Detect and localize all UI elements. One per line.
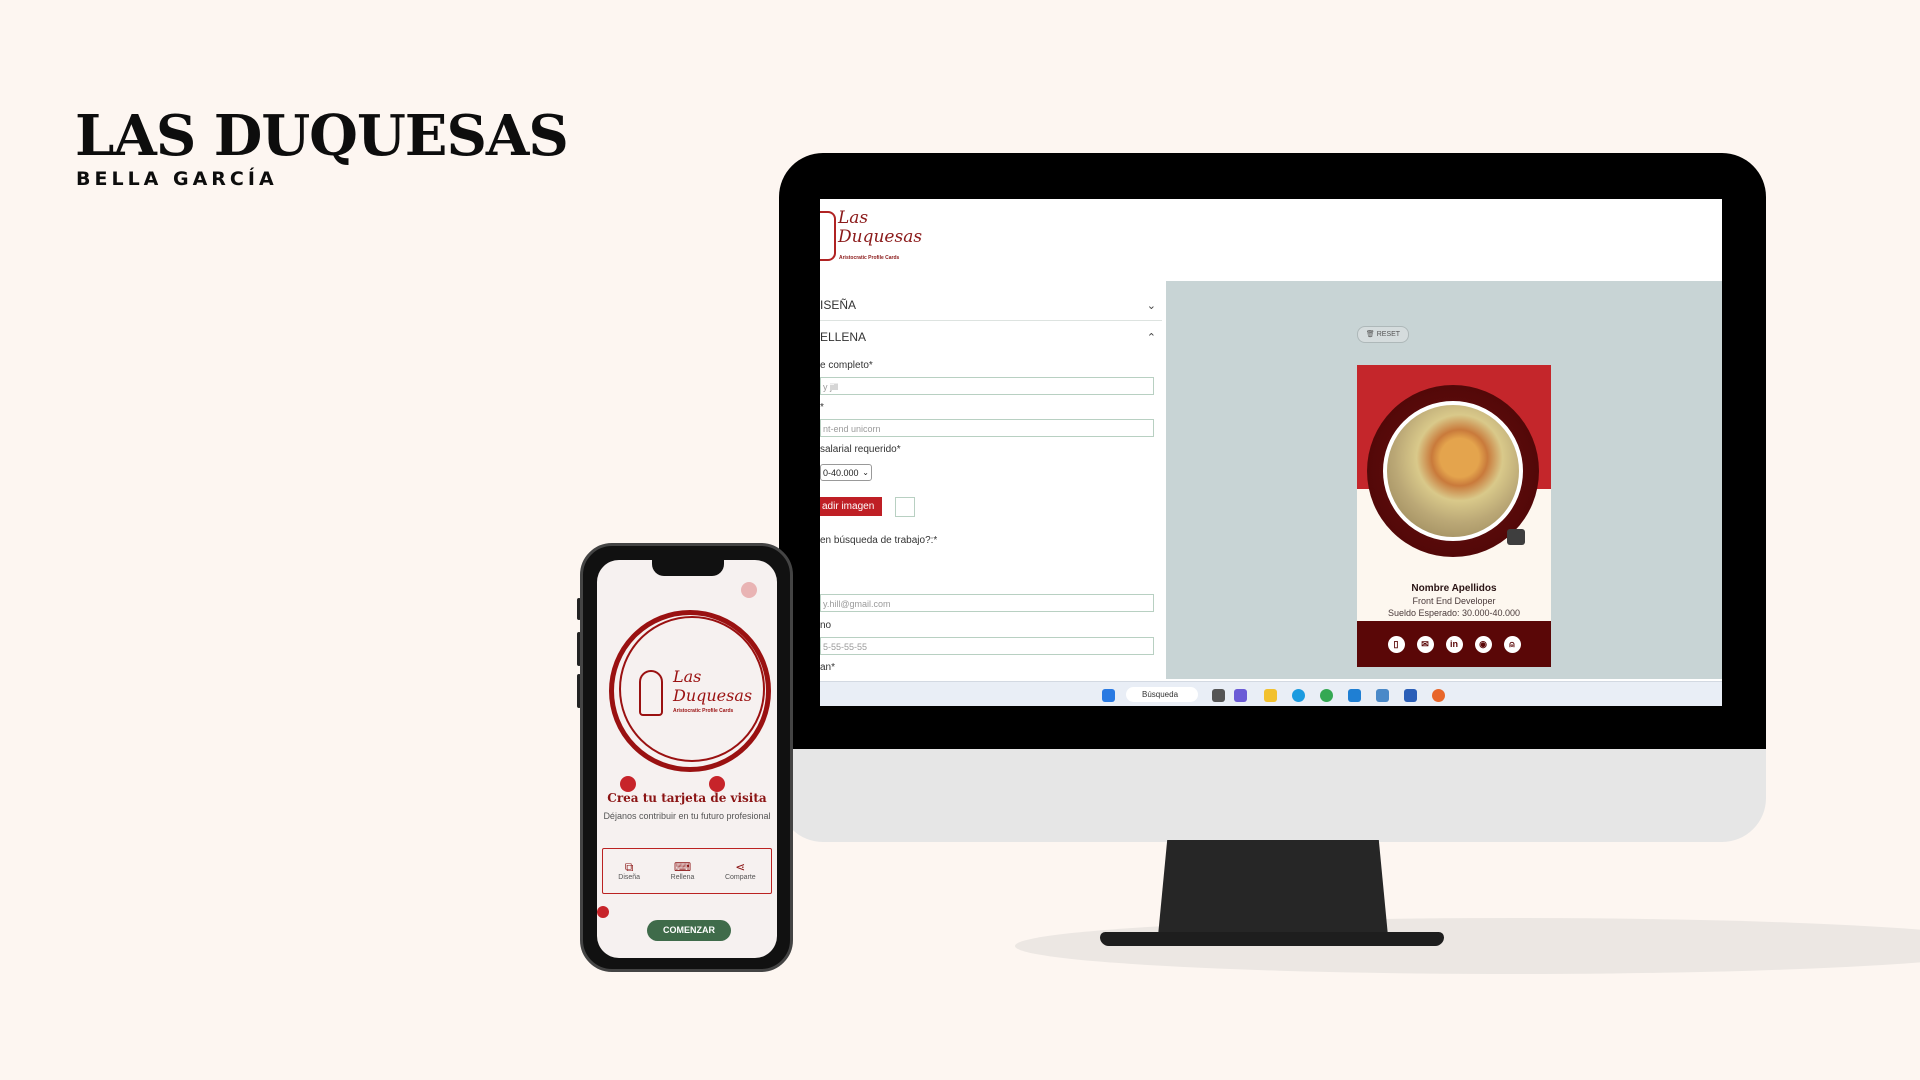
card-name: Nombre Apellidos xyxy=(1411,583,1497,594)
linkedin-label: an* xyxy=(820,662,836,673)
phone-label: no xyxy=(820,620,832,631)
mobile-logo: Las Duquesas xyxy=(673,667,753,705)
lock-icon xyxy=(1507,529,1525,545)
logo-tagline: Aristocratic Profile Cards xyxy=(839,255,900,261)
profile-card: Nombre Apellidos Front End Developer Sue… xyxy=(1357,365,1551,667)
logo-figure-icon xyxy=(820,211,836,261)
chrome-icon[interactable] xyxy=(1320,689,1333,702)
card-social-bar: ▯ ✉ in ◉ ⍝ xyxy=(1357,621,1551,667)
steps-panel: ⧉ Diseña ⌨ Rellena ⋖ Comparte xyxy=(602,848,772,894)
carnation-icon xyxy=(620,776,636,792)
taskbar-search[interactable]: Búsqueda xyxy=(1126,687,1198,702)
carnation-icon xyxy=(709,776,725,792)
design-icon: ⧉ xyxy=(624,860,634,874)
vscode-icon[interactable] xyxy=(1348,689,1361,702)
role-label: * xyxy=(820,402,824,413)
mobile-headline: Crea tu tarjeta de visita xyxy=(607,791,767,805)
chevron-down-icon: ⌄ xyxy=(862,468,869,477)
image-preview-box xyxy=(895,497,915,517)
brand-title: LAS DUQUESAS xyxy=(75,103,569,169)
carnation-icon xyxy=(597,906,609,918)
carnation-icon xyxy=(741,582,757,598)
role-input[interactable]: nt-end unicorn xyxy=(820,419,1154,437)
monitor-base xyxy=(1100,932,1444,946)
mobile-screen: Las Duquesas Aristocratic Profile Cards … xyxy=(597,560,777,958)
chevron-up-icon: ⌃ xyxy=(1146,331,1156,344)
job-search-label: en búsqueda de trabajo?:* xyxy=(820,535,938,546)
accordion-fill[interactable]: ELLENA ⌃ xyxy=(820,322,1162,352)
accordion-fill-label: ELLENA xyxy=(820,330,867,344)
step-share-label: Comparte xyxy=(724,874,756,881)
card-role: Front End Developer xyxy=(1412,596,1496,606)
start-button[interactable]: COMENZAR xyxy=(647,920,731,941)
step-design-label: Diseña xyxy=(618,874,641,881)
share-icon: ⋖ xyxy=(735,860,746,874)
card-photo xyxy=(1383,401,1523,541)
name-input[interactable]: y jill xyxy=(820,377,1154,395)
teams-icon[interactable] xyxy=(1234,689,1247,702)
upload-image-button[interactable]: adir imagen xyxy=(820,497,882,516)
trash-icon: 🗑 xyxy=(1365,331,1375,338)
mobile-subheadline: Déjanos contribuir en tu futuro profesio… xyxy=(603,811,771,821)
reset-button[interactable]: 🗑 RESET xyxy=(1357,326,1409,343)
mobile-phone: Las Duquesas Aristocratic Profile Cards … xyxy=(580,543,793,972)
salary-select[interactable]: 0-40.000 ⌄ xyxy=(820,464,872,481)
email-input[interactable]: y.hill@gmail.com xyxy=(820,594,1154,612)
step-fill-label: Rellena xyxy=(670,874,695,881)
duchess-figure-icon xyxy=(639,670,663,716)
phone-icon[interactable]: ▯ xyxy=(1387,635,1405,653)
reset-label: RESET xyxy=(1376,331,1401,338)
step-design: ⧉ Diseña xyxy=(618,860,641,882)
taskbar-search-label: Búsqueda xyxy=(1142,690,1179,699)
name-label: e completo* xyxy=(820,360,873,371)
phone-notch xyxy=(652,560,724,576)
accordion-design-label: ISEÑA xyxy=(820,298,857,312)
chevron-down-icon: ⌄ xyxy=(1146,299,1156,312)
floor-shadow xyxy=(1015,918,1920,974)
mobile-logo-tagline: Aristocratic Profile Cards xyxy=(673,708,734,714)
step-fill: ⌨ Rellena xyxy=(670,860,695,882)
card-preview-pane: 🗑 RESET Nombre Apellidos Front End Devel… xyxy=(1166,281,1722,679)
desktop-screen: Las Duquesas Aristocratic Profile Cards … xyxy=(820,199,1722,706)
step-share: ⋖ Comparte xyxy=(724,860,756,882)
brand-subtitle: BELLA GARCÍA xyxy=(76,168,278,190)
word-icon[interactable] xyxy=(1404,689,1417,702)
windows-taskbar: Búsqueda xyxy=(820,681,1722,706)
salary-label: salarial requerido* xyxy=(820,444,901,455)
files-icon[interactable] xyxy=(1212,689,1225,702)
linkedin-icon[interactable]: in xyxy=(1445,635,1463,653)
user-icon[interactable]: ⍝ xyxy=(1503,635,1521,653)
keyboard-icon: ⌨ xyxy=(673,860,692,874)
monitor-stand xyxy=(1158,840,1388,936)
windows-icon[interactable] xyxy=(1102,689,1115,702)
mail-icon[interactable]: ✉ xyxy=(1416,635,1434,653)
github-icon[interactable]: ◉ xyxy=(1474,635,1492,653)
salary-select-value: 0-40.000 xyxy=(823,468,859,478)
firefox-icon[interactable] xyxy=(1432,689,1445,702)
phone-input[interactable]: 5-55-55-55 xyxy=(820,637,1154,655)
card-salary: Sueldo Esperado: 30.000-40.000 xyxy=(1387,608,1521,618)
accordion-design[interactable]: ISEÑA ⌄ xyxy=(820,290,1162,321)
edge-icon[interactable] xyxy=(1292,689,1305,702)
folder-icon[interactable] xyxy=(1264,689,1277,702)
app-logo[interactable]: Las Duquesas xyxy=(838,209,922,247)
notepad-icon[interactable] xyxy=(1376,689,1389,702)
